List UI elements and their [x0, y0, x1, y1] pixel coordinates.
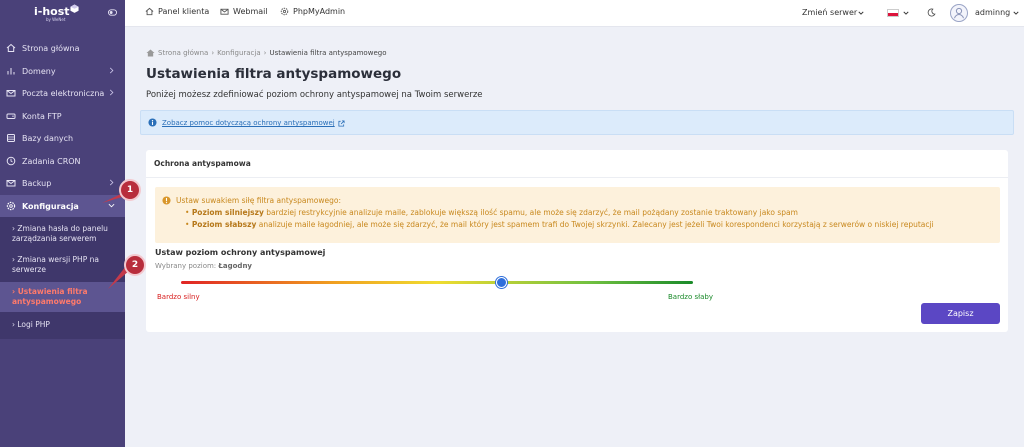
page-description: Poniżej możesz zdefiniować poziom ochron…	[146, 90, 483, 100]
sidebar-item-label: Domeny	[22, 66, 56, 76]
sidebar-item-label: Konta FTP	[22, 111, 62, 121]
annotation-badge-2: 2	[124, 254, 146, 276]
panel-klienta-label: Panel klienta	[158, 7, 210, 16]
drive-icon	[6, 113, 16, 119]
page-title: Ustawienia filtra antyspamowego	[146, 66, 402, 82]
home-icon	[6, 43, 16, 52]
warning-weak-line: • Poziom słabszy analizuje maile łagodni…	[185, 220, 934, 229]
logo-subtitle: by WeNet	[46, 17, 66, 22]
chevron-down-icon	[858, 11, 864, 15]
breadcrumb-separator: ›	[263, 49, 267, 57]
chevron-right-icon	[109, 179, 114, 186]
dark-mode-icon[interactable]	[927, 8, 936, 17]
sidebar-toggle-icon[interactable]	[108, 8, 117, 17]
slider-selected-label: Wybrany poziom:	[155, 262, 219, 270]
database-icon	[7, 134, 15, 142]
slider-title: Ustaw poziom ochrony antyspamowej	[155, 248, 326, 257]
sidebar-item-home[interactable]: Strona główna	[0, 37, 125, 59]
help-link[interactable]: Zobacz pomoc dotyczącą ochrony antyspamo…	[162, 119, 345, 127]
sidebar-item-backup[interactable]: Backup	[0, 172, 125, 194]
mail-icon	[6, 90, 16, 97]
sidebar-item-label: Backup	[22, 178, 52, 188]
help-link-label: Zobacz pomoc dotyczącą ochrony antyspamo…	[162, 119, 335, 127]
antispam-card: Ochrona antyspamowa Ustaw suwakiem siłę …	[146, 150, 1008, 332]
mail-icon	[220, 8, 229, 15]
sidebar-item-label: Poczta elektroniczna	[22, 88, 105, 98]
sidebar-item-label: Bazy danych	[22, 133, 74, 143]
info-icon	[148, 118, 157, 127]
warning-box: Ustaw suwakiem siłę filtra antyspamowego…	[155, 187, 1000, 243]
sidebar-item-label: Strona główna	[22, 43, 80, 53]
warning-intro: Ustaw suwakiem siłę filtra antyspamowego…	[176, 196, 342, 205]
info-box: Zobacz pomoc dotyczącą ochrony antyspamo…	[140, 110, 1014, 135]
sidebar-item-label: Zadania CRON	[22, 156, 81, 166]
avatar[interactable]	[950, 4, 968, 22]
slider-label-max: Bardzo słaby	[668, 293, 713, 301]
external-link-icon	[338, 119, 345, 127]
chart-icon	[7, 68, 15, 75]
slider-track[interactable]	[181, 281, 693, 284]
panel-klienta-link[interactable]: Panel klienta	[145, 7, 209, 16]
sidebar: i-host by WeNet Strona główna Domeny Poc…	[0, 0, 125, 447]
topbar: Panel klienta Webmail PhpMyAdmin Zmień s…	[125, 0, 1024, 27]
warning-strong-text: bardziej restrykcyjnie analizuje maile, …	[263, 208, 798, 217]
home-icon	[145, 7, 154, 16]
card-divider	[146, 177, 1008, 178]
clock-icon	[6, 156, 16, 166]
language-flag-icon[interactable]	[887, 9, 899, 17]
username[interactable]: adminng	[975, 8, 1010, 17]
backup-icon	[6, 180, 16, 187]
chevron-right-icon	[109, 89, 114, 96]
warning-weak-bold: Poziom słabszy	[191, 220, 257, 229]
logo-area: i-host by WeNet	[0, 0, 125, 28]
sidebar-item-databases[interactable]: Bazy danych	[0, 127, 125, 149]
save-button[interactable]: Zapisz	[921, 303, 1000, 324]
phpmyadmin-link[interactable]: PhpMyAdmin	[280, 7, 345, 16]
breadcrumb-separator: ›	[211, 49, 215, 57]
warning-weak-text: analizuje maile łagodniej, ale może się …	[256, 220, 934, 229]
warning-strong-bold: Poziom silniejszy	[191, 208, 264, 217]
submenu-item-php-version[interactable]: › Zmiana wersji PHP na serwerze	[12, 255, 120, 275]
submenu-item-antispam[interactable]: › Ustawienia filtra antyspamowego	[12, 287, 120, 307]
sidebar-item-mail[interactable]: Poczta elektroniczna	[0, 82, 125, 104]
home-icon	[146, 49, 155, 57]
slider-label-min: Bardzo silny	[157, 293, 200, 301]
slider-thumb[interactable]	[495, 277, 507, 288]
chevron-down-icon	[108, 203, 115, 208]
slider-selected-value: Łagodny	[218, 262, 252, 270]
sidebar-item-ftp[interactable]: Konta FTP	[0, 105, 125, 127]
breadcrumb-home[interactable]: Strona główna	[158, 49, 208, 57]
annotation-badge-1: 1	[119, 179, 141, 201]
gear-icon	[6, 201, 16, 211]
webmail-label: Webmail	[233, 7, 268, 16]
sidebar-item-domains[interactable]: Domeny	[0, 60, 125, 82]
breadcrumb-current: Ustawienia filtra antyspamowego	[269, 49, 387, 57]
breadcrumb: Strona główna › Konfiguracja › Ustawieni…	[146, 49, 386, 57]
card-title: Ochrona antyspamowa	[154, 159, 251, 168]
phpmyadmin-label: PhpMyAdmin	[293, 7, 346, 16]
submenu-item-panel-password[interactable]: › Zmiana hasła do panelu zarządzania ser…	[12, 224, 120, 244]
webmail-link[interactable]: Webmail	[220, 7, 268, 16]
chevron-down-icon	[903, 11, 909, 15]
slider-selected-level: Wybrany poziom: Łagodny	[155, 262, 252, 270]
cube-icon	[70, 4, 79, 13]
chevron-right-icon	[109, 67, 114, 74]
sidebar-item-label: Konfiguracja	[22, 201, 79, 211]
server-select[interactable]: Zmień serwer	[802, 8, 857, 17]
sidebar-item-configuration[interactable]: Konfiguracja	[0, 195, 125, 217]
sidebar-item-cron[interactable]: Zadania CRON	[0, 150, 125, 172]
submenu-item-php-logs[interactable]: › Logi PHP	[12, 320, 120, 330]
chevron-down-icon	[1013, 11, 1019, 15]
user-icon	[954, 7, 964, 19]
gear-icon	[280, 7, 289, 16]
breadcrumb-config[interactable]: Konfiguracja	[217, 49, 261, 57]
warning-icon	[162, 196, 171, 205]
warning-strong-line: • Poziom silniejszy bardziej restrykcyjn…	[185, 208, 798, 217]
